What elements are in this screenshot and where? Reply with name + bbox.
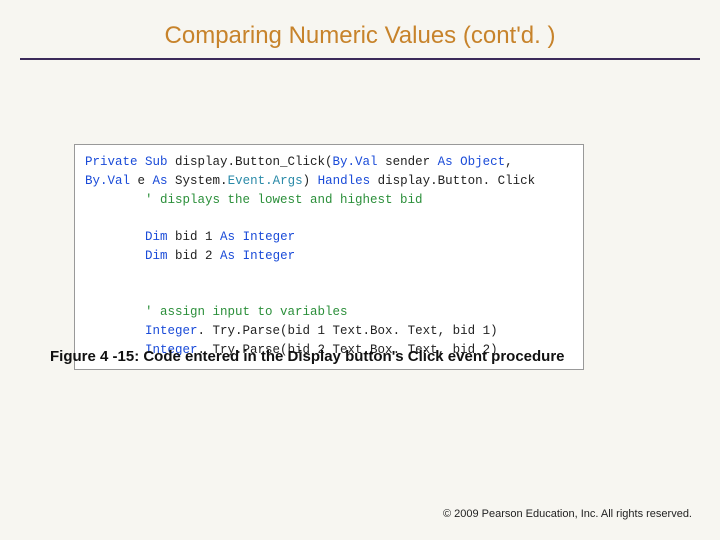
code-token bbox=[453, 155, 461, 169]
code-token: As bbox=[220, 230, 235, 244]
code-token: Dim bbox=[145, 249, 168, 263]
code-token: Integer bbox=[145, 324, 198, 338]
code-comment: ' assign input to variables bbox=[85, 305, 348, 319]
code-token: . Try.Parse(bid 1 Text.Box. Text, bid 1) bbox=[198, 324, 498, 338]
code-token: display.Button. Click bbox=[370, 174, 535, 188]
code-token: As bbox=[153, 174, 168, 188]
code-token: Integer bbox=[243, 249, 296, 263]
page-title: Comparing Numeric Values (cont'd. ) bbox=[0, 0, 720, 58]
code-token: display.Button_Click( bbox=[168, 155, 333, 169]
code-token bbox=[85, 230, 145, 244]
figure-caption: Figure 4 -15: Code entered in the Displa… bbox=[50, 348, 565, 365]
code-token: Private Sub bbox=[85, 155, 168, 169]
code-blank bbox=[85, 286, 93, 300]
code-token bbox=[85, 324, 145, 338]
code-token: Dim bbox=[145, 230, 168, 244]
code-token: Event.Args bbox=[228, 174, 303, 188]
code-token: Integer bbox=[243, 230, 296, 244]
code-token: Handles bbox=[318, 174, 371, 188]
code-token bbox=[235, 230, 243, 244]
code-token: As bbox=[438, 155, 453, 169]
code-token bbox=[235, 249, 243, 263]
code-token: By.Val bbox=[333, 155, 378, 169]
code-token: e bbox=[130, 174, 153, 188]
code-token bbox=[85, 249, 145, 263]
code-token: As bbox=[220, 249, 235, 263]
code-listing: Private Sub display.Button_Click(By.Val … bbox=[74, 144, 584, 370]
code-token: System. bbox=[168, 174, 228, 188]
code-blank bbox=[85, 211, 93, 225]
copyright-footer: © 2009 Pearson Education, Inc. All right… bbox=[443, 508, 692, 520]
code-blank bbox=[85, 268, 93, 282]
code-token: bid 1 bbox=[168, 230, 221, 244]
slide: Comparing Numeric Values (cont'd. ) Priv… bbox=[0, 0, 720, 540]
code-token: bid 2 bbox=[168, 249, 221, 263]
code-comment: ' displays the lowest and highest bid bbox=[85, 193, 423, 207]
code-token: ) bbox=[303, 174, 318, 188]
code-token: Object bbox=[460, 155, 505, 169]
title-underline bbox=[20, 58, 700, 60]
code-token: By.Val bbox=[85, 174, 130, 188]
code-token: sender bbox=[378, 155, 438, 169]
code-token: , bbox=[505, 155, 513, 169]
